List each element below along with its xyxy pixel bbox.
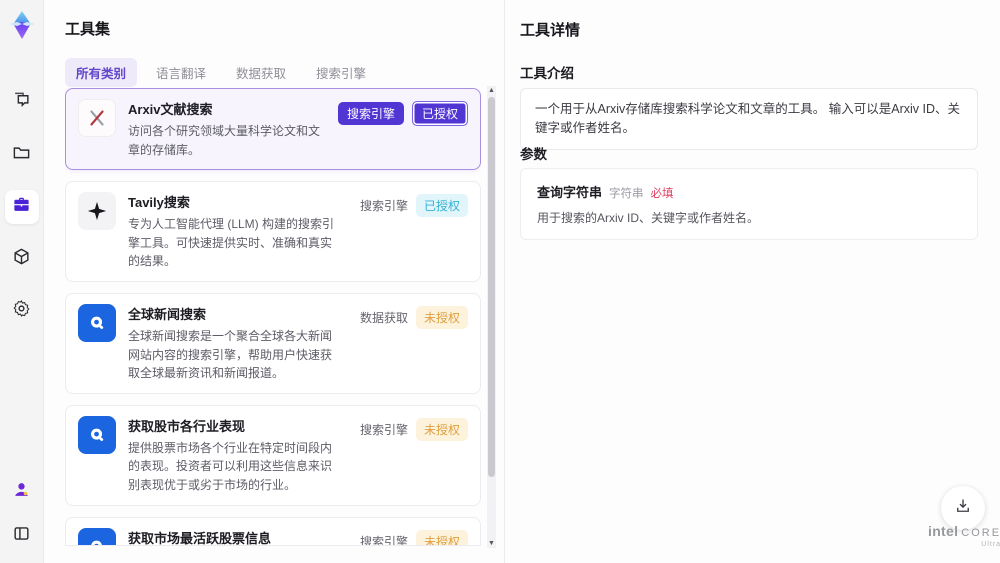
tab-search-engine[interactable]: 搜索引擎: [305, 58, 377, 87]
auth-status-badge: 已授权: [411, 101, 468, 126]
user-avatar-icon: [12, 480, 31, 504]
params-heading: 参数: [520, 147, 547, 162]
intro-text-box: 一个用于从Arxiv存储库搜索科学论文和文章的工具。 输入可以是Arxiv ID…: [520, 88, 978, 150]
category-badge: 搜索引擎: [359, 199, 408, 214]
intel-core-logo: intel CORE Ultra: [928, 524, 1000, 548]
app-window: 工具集 所有类别 语言翻译 数据获取 搜索引擎 Arxiv文献搜索 访问各个研究…: [0, 0, 1000, 563]
tool-name: Arxiv文献搜索: [128, 102, 213, 117]
sidebar-item-packages[interactable]: [5, 242, 39, 276]
category-badge: 搜索引擎: [337, 102, 404, 125]
category-tabs: 所有类别 语言翻译 数据获取 搜索引擎: [65, 58, 377, 87]
tool-card-list: Arxiv文献搜索 访问各个研究领域大量科学论文和文章的存储库。 搜索引擎 已授…: [65, 88, 481, 546]
tool-name: 获取股市各行业表现: [128, 418, 246, 434]
parameter-card: 查询字符串 字符串 必填 用于搜索的Arxiv ID、关键字或作者姓名。: [520, 168, 978, 240]
category-badge: 数据获取: [359, 310, 408, 325]
tool-description: 访问各个研究领域大量科学论文和文章的存储库。: [128, 124, 321, 157]
auth-status-badge: 未授权: [415, 305, 468, 329]
category-badge: 搜索引擎: [359, 422, 408, 437]
tool-name: 获取市场最活跃股票信息: [128, 530, 272, 546]
auth-status-badge: 未授权: [415, 417, 468, 441]
tab-data-fetch[interactable]: 数据获取: [225, 58, 297, 87]
sidebar-item-settings[interactable]: [5, 294, 39, 328]
tool-list-panel: 工具集 所有类别 语言翻译 数据获取 搜索引擎 Arxiv文献搜索 访问各个研究…: [44, 0, 504, 563]
list-scrollbar[interactable]: ▲ ▼: [487, 86, 496, 548]
tool-card-arxiv[interactable]: Arxiv文献搜索 访问各个研究领域大量科学论文和文章的存储库。 搜索引擎 已授…: [65, 88, 481, 171]
gear-icon: [12, 299, 31, 323]
intro-heading: 工具介绍: [520, 66, 574, 81]
sidebar-item-account[interactable]: [5, 475, 39, 509]
intel-wordmark: intel: [928, 523, 959, 539]
tool-description: 全球新闻搜索是一个聚合全球各大新闻网站内容的搜索引擎，帮助用户快速获取全球最新资…: [128, 328, 333, 381]
tool-name: Tavily搜索: [128, 195, 190, 211]
tool-detail-panel: 工具详情 工具介绍 一个用于从Arxiv存储库搜索科学论文和文章的工具。 输入可…: [505, 0, 1000, 563]
ultra-wordmark: Ultra: [981, 541, 1000, 548]
page-title: 工具集: [65, 21, 111, 38]
sidebar-item-panel-toggle[interactable]: [5, 519, 39, 553]
global-news-app-icon: [78, 303, 116, 342]
tool-card-active-stocks[interactable]: 获取市场最活跃股票信息 提供当天交易量最高的股票列表。投资者可以利用这些信息来识…: [65, 516, 481, 546]
left-rail: [0, 0, 44, 563]
stock-app-icon: [78, 415, 116, 454]
tool-card-global-news[interactable]: 全球新闻搜索 全球新闻搜索是一个聚合全球各大新闻网站内容的搜索引擎，帮助用户快速…: [65, 292, 481, 394]
sidebar-item-chat[interactable]: [5, 86, 39, 120]
scroll-down-icon[interactable]: ▼: [487, 539, 496, 548]
core-wordmark: CORE: [961, 527, 1000, 539]
stock-app-icon: [78, 527, 116, 545]
tool-description: 专为人工智能代理 (LLM) 构建的搜索引擎工具。可快速提供实时、准确和真实的结…: [128, 217, 335, 269]
download-icon: [954, 497, 972, 520]
briefcase-icon: [12, 195, 31, 219]
tool-card-tavily[interactable]: Tavily搜索 专为人工智能代理 (LLM) 构建的搜索引擎工具。可快速提供实…: [65, 181, 481, 282]
app-logo-icon: [5, 8, 39, 42]
auth-status-badge: 未授权: [415, 529, 468, 545]
param-type: 字符串: [609, 188, 644, 200]
tool-card-stock-sectors[interactable]: 获取股市各行业表现 提供股票市场各个行业在特定时间段内的表现。投资者可以利用这些…: [65, 404, 481, 506]
tavily-logo-icon: [78, 192, 116, 231]
category-badge: 搜索引擎: [359, 534, 408, 546]
param-description: 用于搜索的Arxiv ID、关键字或作者姓名。: [537, 211, 760, 225]
detail-title: 工具详情: [520, 22, 581, 39]
panel-toggle-icon: [12, 524, 31, 548]
param-name: 查询字符串: [537, 185, 603, 200]
scroll-up-icon[interactable]: ▲: [487, 86, 496, 95]
cube-icon: [12, 247, 31, 271]
scrollbar-thumb[interactable]: [488, 97, 495, 477]
arxiv-logo-icon: [78, 99, 116, 137]
tool-name: 全球新闻搜索: [128, 306, 207, 322]
tool-description: 提供股票市场各个行业在特定时间段内的表现。投资者可以利用这些信息来识别表现优于或…: [128, 440, 333, 492]
auth-status-badge: 已授权: [415, 194, 468, 218]
tab-language-translate[interactable]: 语言翻译: [145, 58, 217, 87]
folder-icon: [12, 143, 31, 167]
sidebar-item-tools[interactable]: [4, 190, 39, 224]
sidebar-item-files[interactable]: [5, 138, 39, 172]
tab-all-categories[interactable]: 所有类别: [65, 58, 138, 87]
chat-icon: [12, 91, 31, 115]
param-required-badge: 必填: [650, 188, 674, 200]
